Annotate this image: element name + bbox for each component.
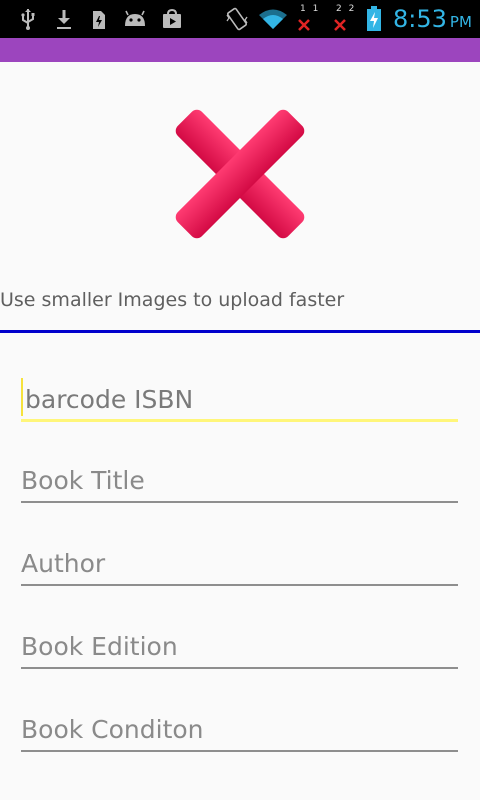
store-icon (160, 0, 184, 38)
download-icon (52, 0, 76, 38)
clock-time: 8:53 (393, 5, 447, 33)
clock: 8:53 PM (393, 0, 472, 38)
vibrate-icon (224, 0, 250, 38)
close-x-icon (175, 109, 305, 239)
status-bar: 1 1 2 2 8:53 PM (0, 0, 480, 38)
book-edition-field-placeholder: Book Edition (21, 632, 178, 661)
app-bar (0, 38, 480, 62)
book-condition-field-placeholder: Book Conditon (21, 715, 204, 744)
text-cursor (21, 378, 23, 416)
book-condition-field[interactable]: Book Conditon (21, 698, 458, 752)
sim-icon (88, 0, 110, 38)
battery-charging-icon (364, 0, 384, 38)
book-title-field-placeholder: Book Title (21, 466, 145, 495)
book-edition-field[interactable]: Book Edition (21, 615, 458, 669)
wifi-icon (257, 0, 289, 38)
android-icon (122, 0, 148, 38)
isbn-field-underline (21, 419, 458, 422)
clock-ampm: PM (449, 13, 472, 31)
book-title-field[interactable]: Book Title (21, 449, 458, 503)
book-image-button[interactable] (162, 102, 318, 250)
book-condition-field-underline (21, 750, 458, 752)
divider (0, 330, 480, 333)
isbn-field[interactable]: barcode ISBN (21, 368, 458, 422)
isbn-field-placeholder: barcode ISBN (25, 385, 194, 414)
author-field-underline (21, 584, 458, 586)
book-edition-field-underline (21, 667, 458, 669)
usb-icon (16, 0, 40, 38)
author-field-placeholder: Author (21, 549, 106, 578)
book-title-field-underline (21, 501, 458, 503)
author-field[interactable]: Author (21, 532, 458, 586)
upload-hint-text: Use smaller Images to upload faster (0, 289, 345, 311)
